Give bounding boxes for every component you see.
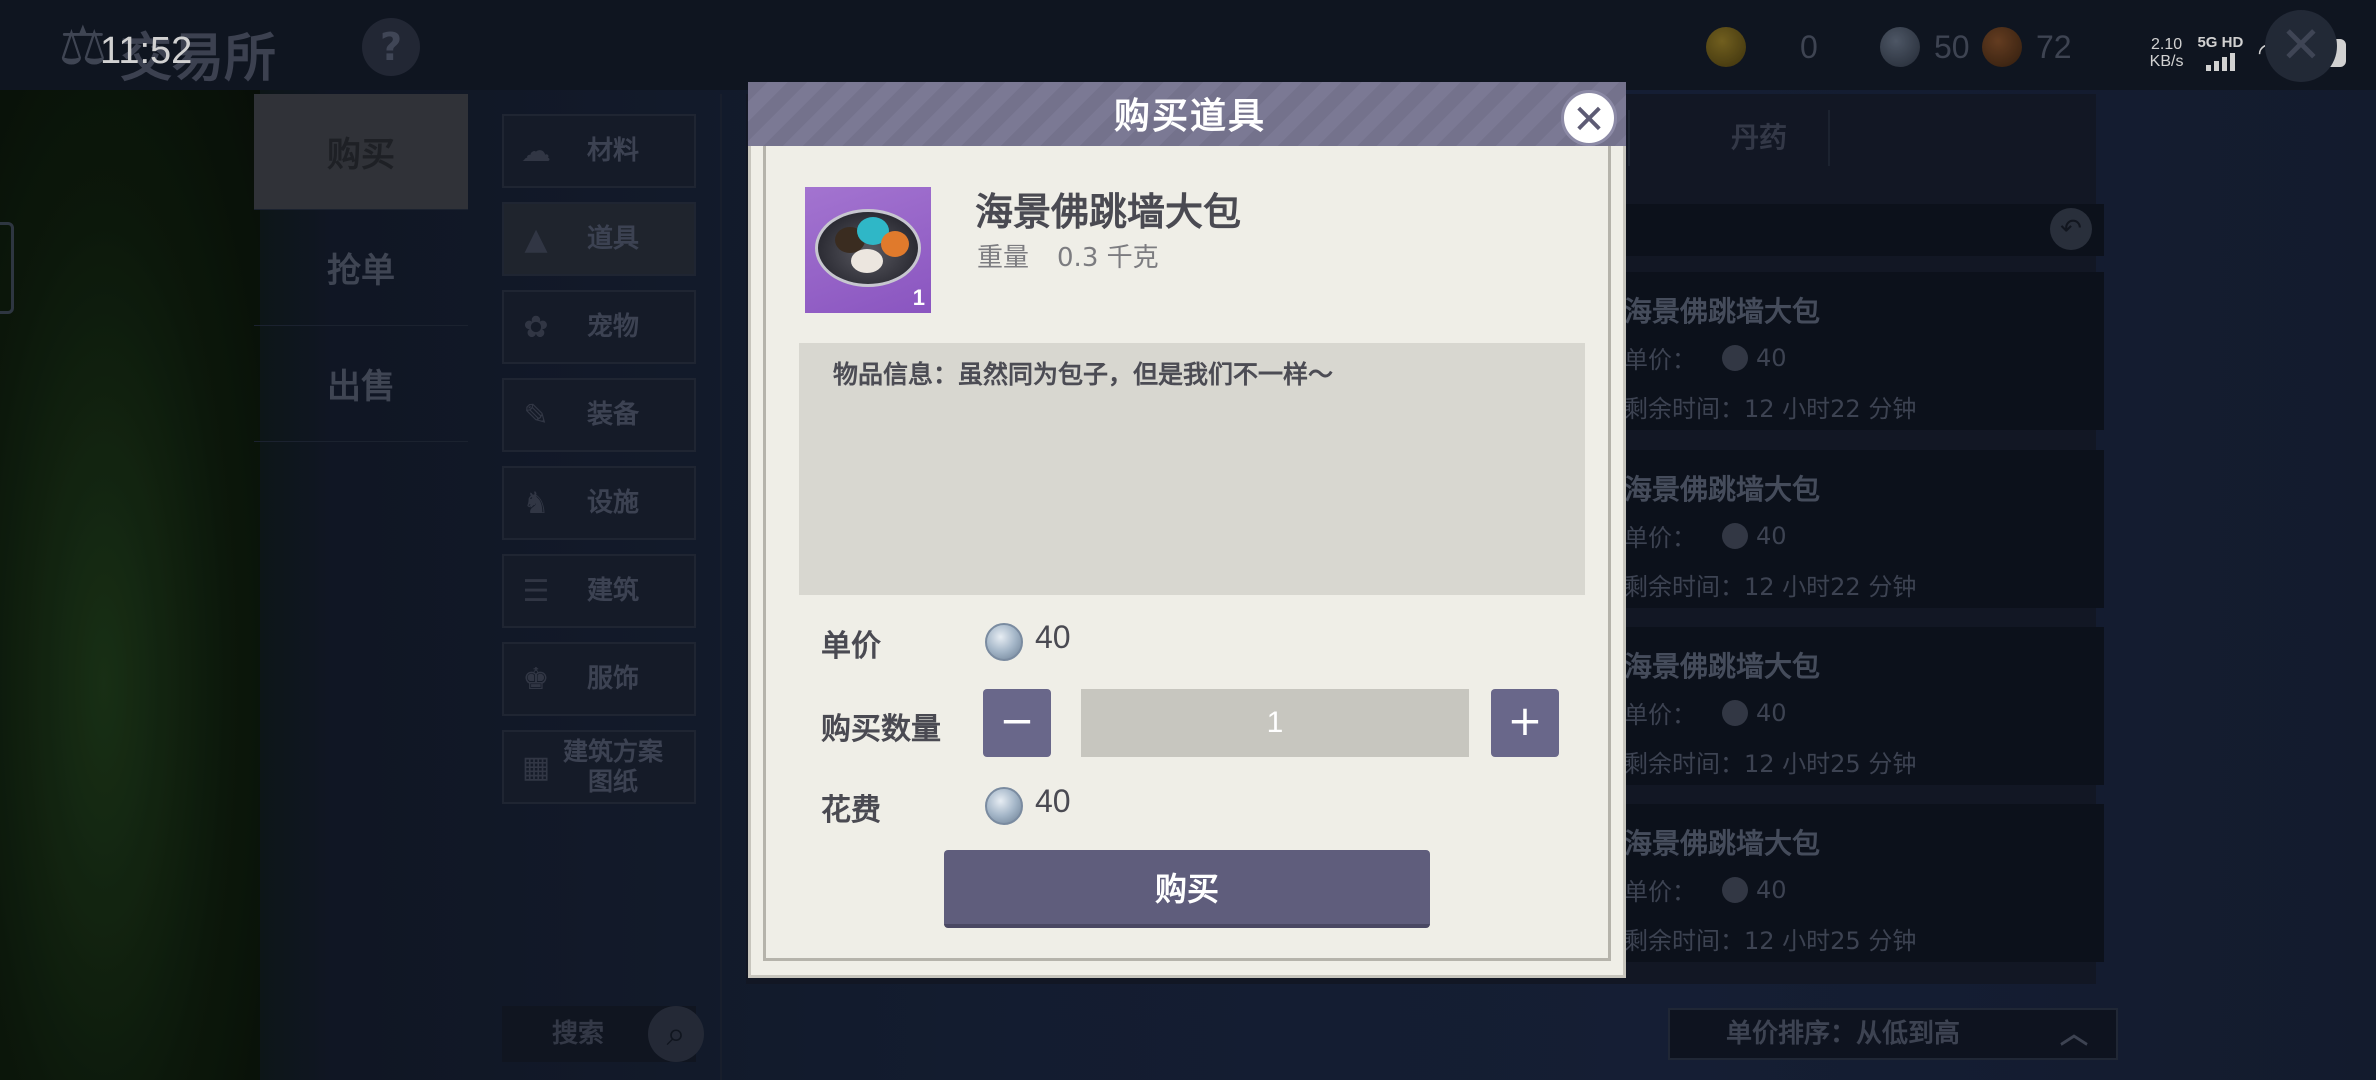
bun-icon: [881, 231, 909, 257]
unit-price-label: 单价: [821, 629, 881, 664]
silver-coin-icon: [985, 787, 1023, 825]
unit-price-value: 40: [1035, 619, 1071, 655]
item-weight: 重量 0.3 千克: [977, 237, 1187, 274]
quantity-label: 购买数量: [821, 712, 941, 747]
buy-button[interactable]: 购买: [944, 850, 1430, 928]
silver-coin-icon: [985, 623, 1023, 661]
weight-label: 重量: [977, 243, 1030, 273]
dialog-title: 购买道具: [1113, 96, 1266, 137]
item-count: 1: [912, 285, 925, 310]
cost-label: 花费: [821, 793, 881, 828]
increase-quantity-button[interactable]: +: [1491, 689, 1559, 757]
item-name: 海景佛跳墙大包: [975, 190, 1242, 234]
quantity-input[interactable]: 1: [1081, 689, 1469, 757]
item-thumbnail: 1: [805, 187, 931, 313]
decrease-quantity-button[interactable]: −: [983, 689, 1051, 757]
weight-value: 0.3 千克: [1057, 243, 1159, 273]
cost-value: 40: [1035, 783, 1071, 819]
bun-icon: [851, 249, 883, 273]
item-description: 物品信息：虽然同为包子，但是我们不一样～: [799, 343, 1585, 595]
purchase-dialog: 购买道具 ✕ 1 海景佛跳墙大包 重量 0.3 千克 物品信息：虽然同为包子，但是…: [748, 82, 1626, 978]
close-dialog-button[interactable]: ✕: [1561, 90, 1617, 146]
